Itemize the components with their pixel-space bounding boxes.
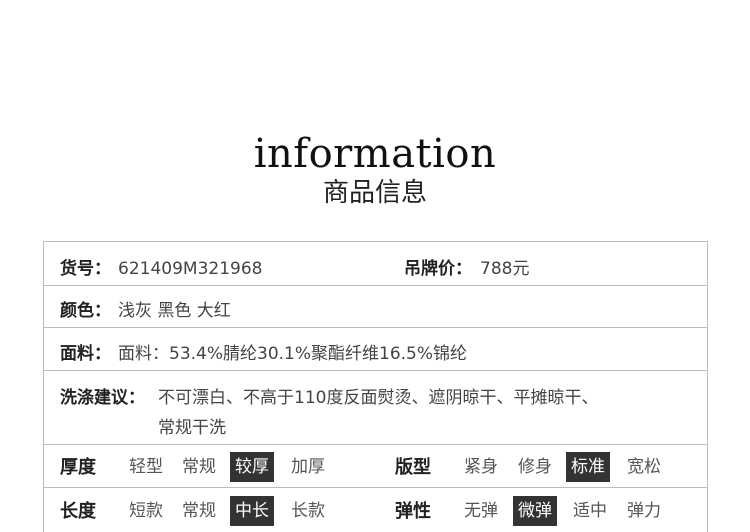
sku-label: 货号：	[60, 259, 111, 279]
length-label: 长度	[60, 501, 96, 522]
row-wash: 洗涤建议： 不可漂白、不高于110度反面熨烫、遮阴晾干、平摊晾干、 常规干洗	[44, 371, 707, 445]
elasticity-option: 适中	[573, 501, 607, 521]
title-en: information	[253, 131, 497, 177]
row-thickness-fit: 厚度 轻型 常规 较厚 加厚 版型 紧身 修身 标准 宽松	[44, 445, 707, 488]
length-option: 常规	[182, 501, 216, 521]
fabric-value: 面料：53.4%腈纶30.1%聚酯纤维16.5%锦纶	[118, 344, 468, 364]
price-label: 吊牌价：	[404, 259, 472, 279]
row-color: 颜色： 浅灰 黑色 大红	[44, 286, 707, 328]
fit-option: 宽松	[627, 457, 661, 477]
wash-label: 洗涤建议：	[60, 388, 145, 408]
row-length-elasticity: 长度 短款 常规 中长 长款 弹性 无弹 微弹 适中 弹力	[44, 488, 707, 532]
elasticity-label: 弹性	[395, 501, 431, 522]
thickness-option: 加厚	[291, 457, 325, 477]
thickness-option: 轻型	[129, 457, 163, 477]
length-option: 长款	[291, 501, 325, 521]
thickness-label: 厚度	[60, 457, 96, 478]
fit-label: 版型	[395, 457, 431, 478]
length-option: 中长	[230, 496, 274, 526]
sku-value: 621409M321968	[118, 259, 263, 279]
thickness-option: 常规	[182, 457, 216, 477]
fit-option: 标准	[566, 452, 610, 482]
elasticity-option: 弹力	[627, 501, 661, 521]
product-info-table: 货号： 621409M321968 吊牌价： 788元 颜色： 浅灰 黑色 大红…	[43, 241, 708, 532]
elasticity-option: 无弹	[464, 501, 498, 521]
title-cn: 商品信息	[322, 178, 427, 208]
length-option: 短款	[129, 501, 163, 521]
color-label: 颜色：	[60, 301, 111, 321]
row-fabric: 面料： 面料：53.4%腈纶30.1%聚酯纤维16.5%锦纶	[44, 328, 707, 371]
price-value: 788元	[480, 259, 530, 279]
fabric-label: 面料：	[60, 344, 111, 364]
color-value: 浅灰 黑色 大红	[118, 301, 231, 321]
fit-option: 修身	[518, 457, 552, 477]
wash-line-1: 不可漂白、不高于110度反面熨烫、遮阴晾干、平摊晾干、	[158, 388, 599, 408]
row-sku-price: 货号： 621409M321968 吊牌价： 788元	[44, 242, 707, 286]
wash-line-2: 常规干洗	[158, 418, 226, 438]
fit-option: 紧身	[464, 457, 498, 477]
thickness-option: 较厚	[230, 452, 274, 482]
elasticity-option: 微弹	[513, 496, 557, 526]
